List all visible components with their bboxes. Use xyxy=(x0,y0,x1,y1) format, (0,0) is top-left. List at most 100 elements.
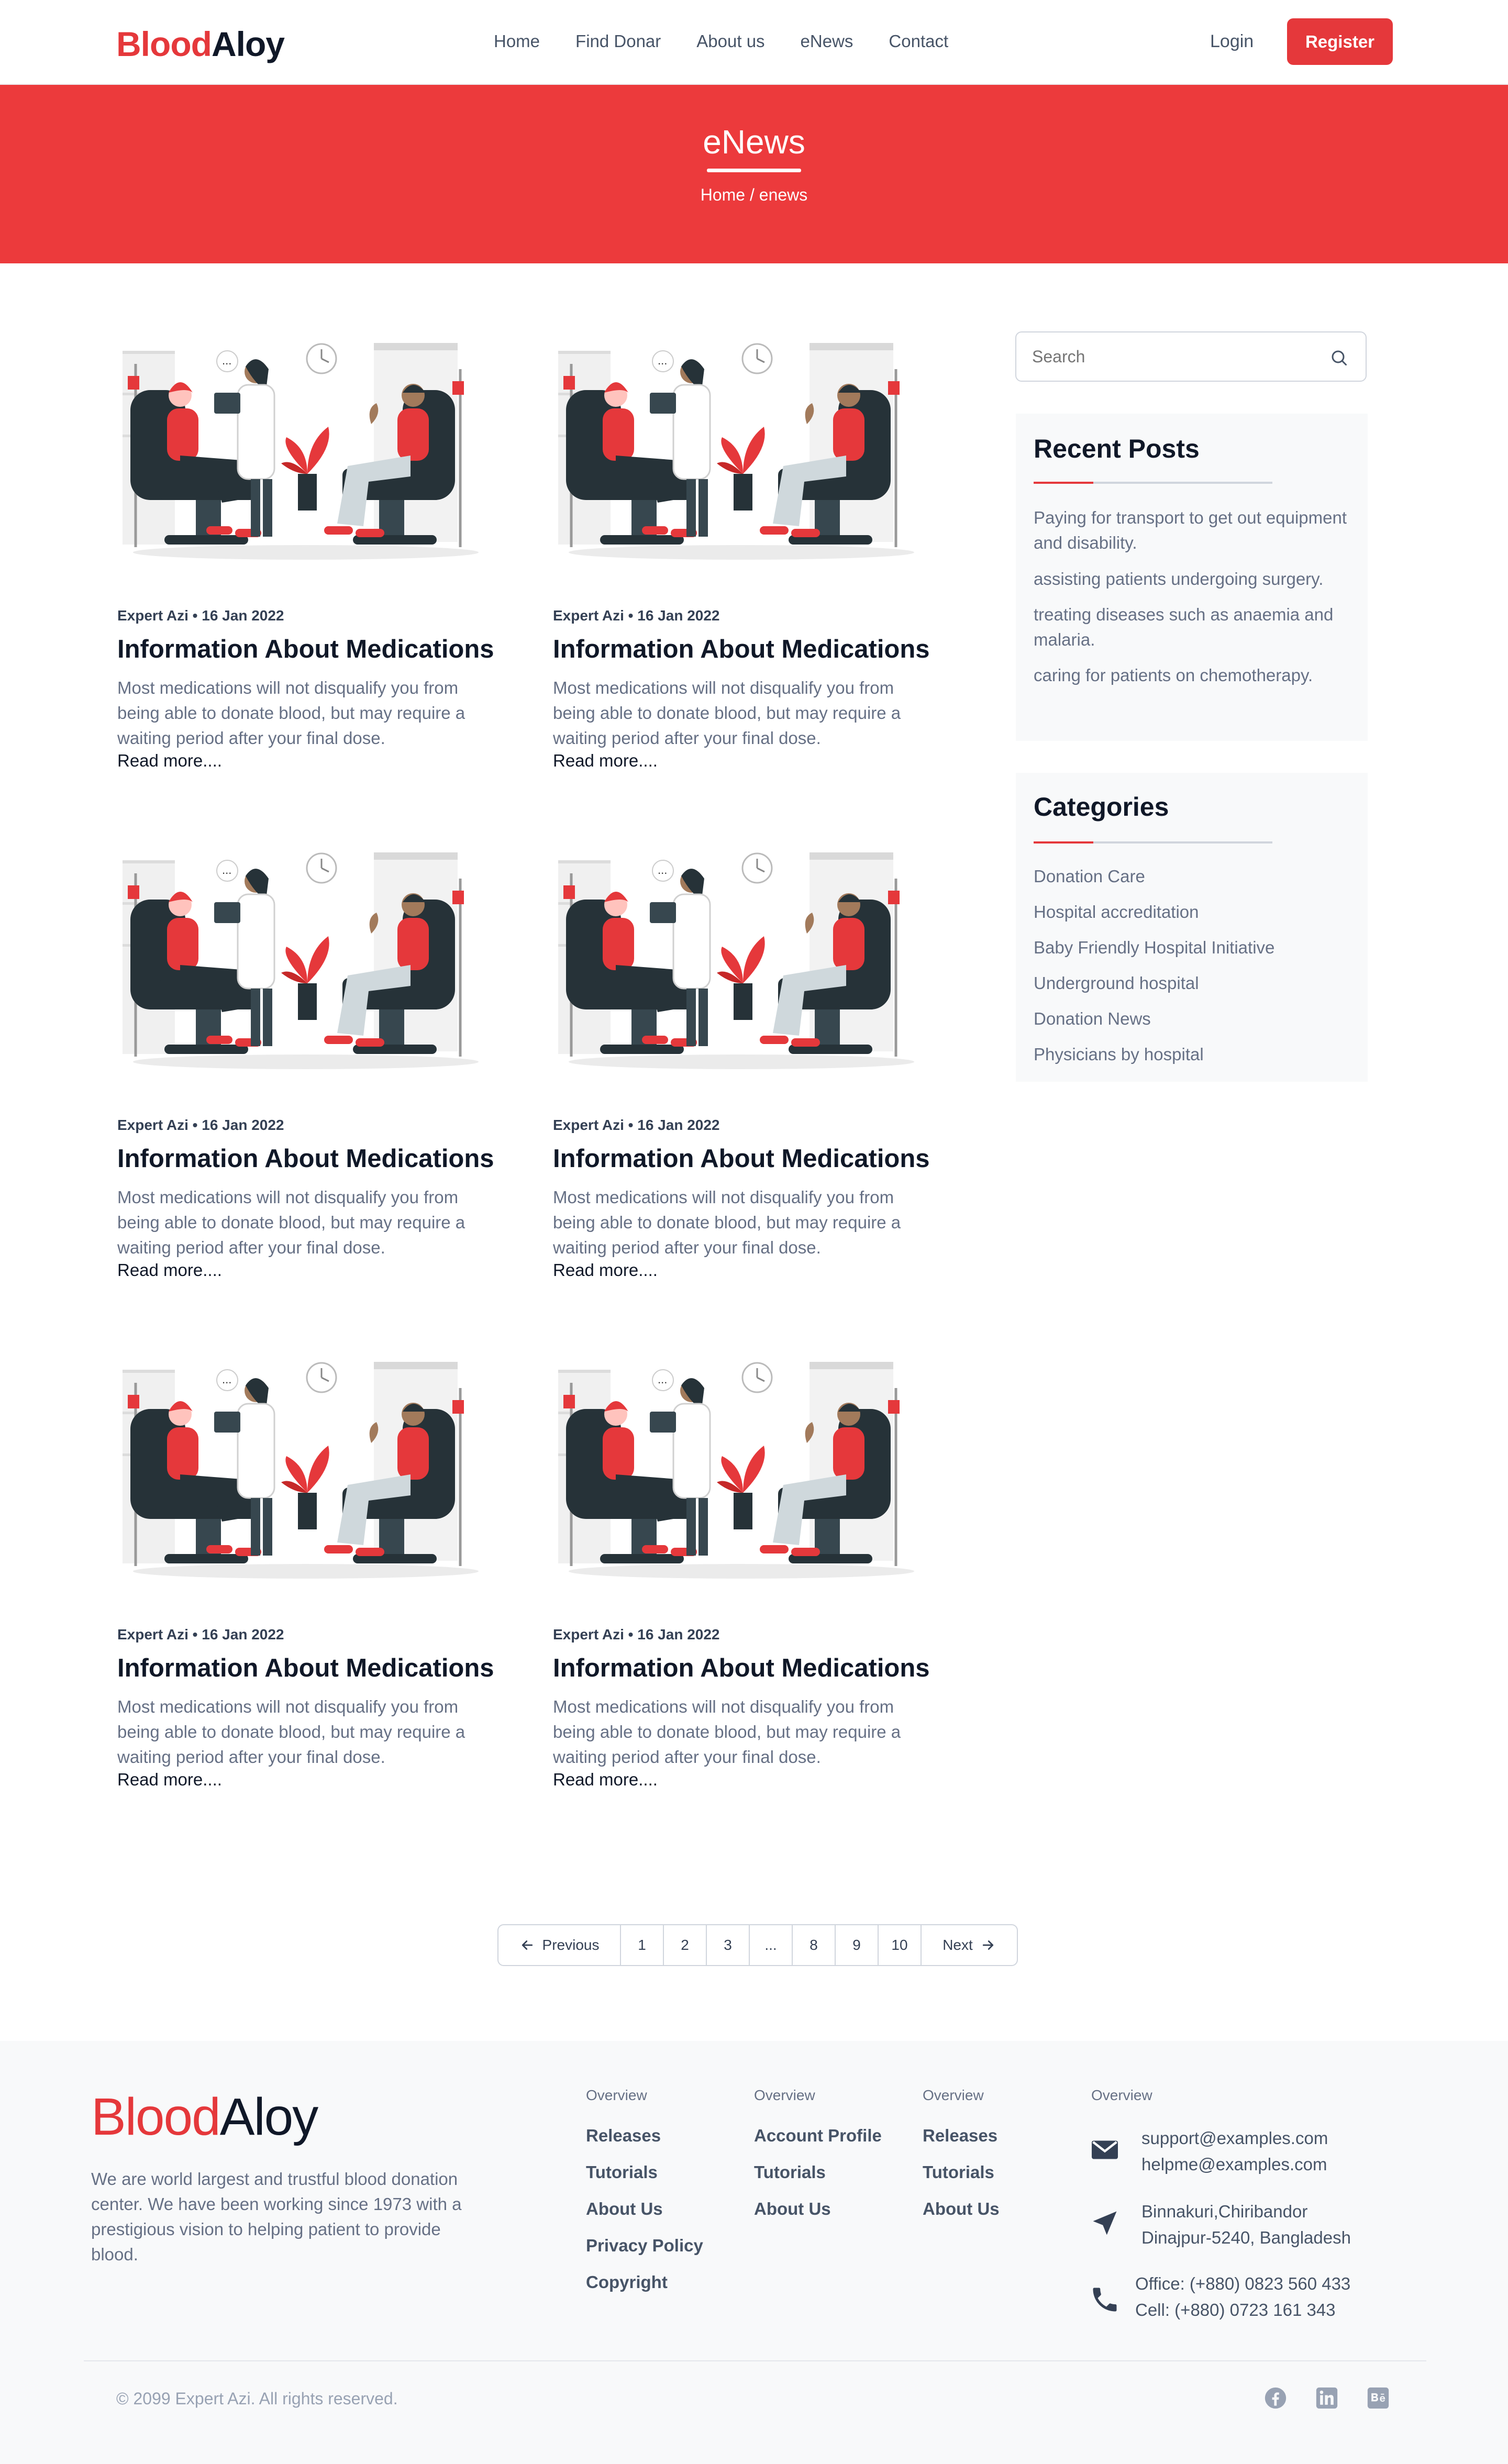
footer-link-tutorials[interactable]: Tutorials xyxy=(754,2162,882,2182)
page-button-1[interactable]: 1 xyxy=(621,1925,664,1965)
previous-label: Previous xyxy=(542,1937,600,1953)
post-title[interactable]: Information About Medications xyxy=(553,1144,930,1173)
categories-title: Categories xyxy=(1034,792,1169,822)
post-title[interactable]: Information About Medications xyxy=(117,1653,494,1683)
contact-address-line1: Binnakuri,Chiribandor xyxy=(1141,2202,1308,2221)
blood-donation-illustration[interactable] xyxy=(553,1359,930,1590)
read-more-link[interactable]: Read more.... xyxy=(553,1770,658,1790)
post-title[interactable]: Information About Medications xyxy=(117,635,494,664)
read-more-link[interactable]: Read more.... xyxy=(117,1770,222,1790)
title-underline xyxy=(707,169,801,172)
post-excerpt: Most medications will not disqualify you… xyxy=(553,1187,901,1257)
page-button-3[interactable]: 3 xyxy=(707,1925,750,1965)
read-more-link[interactable]: Read more.... xyxy=(117,1260,222,1280)
contact-phone-cell[interactable]: Cell: (+880) 0723 161 343 xyxy=(1135,2296,1336,2324)
footer-column-2: Overview Account Profile Tutorials About… xyxy=(754,2087,882,2236)
next-page-button[interactable]: Next xyxy=(922,1925,1017,1965)
page-button-10[interactable]: 10 xyxy=(879,1925,922,1965)
page-button-2[interactable]: 2 xyxy=(664,1925,707,1965)
copyright-text: © 2099 Expert Azi. All rights reserved. xyxy=(116,2389,398,2408)
blood-donation-illustration[interactable] xyxy=(117,340,494,571)
blood-donation-illustration[interactable] xyxy=(117,850,494,1080)
page-ellipsis: ... xyxy=(750,1925,793,1965)
nav-contact[interactable]: Contact xyxy=(889,31,948,51)
post-excerpt: Most medications will not disqualify you… xyxy=(117,1697,465,1767)
breadcrumb[interactable]: Home / enews xyxy=(0,185,1508,205)
recent-post-link[interactable]: caring for patients on chemotherapy. xyxy=(1034,663,1348,688)
page-button-8[interactable]: 8 xyxy=(793,1925,836,1965)
footer-link-releases[interactable]: Releases xyxy=(923,2126,1000,2146)
page-button-9[interactable]: 9 xyxy=(836,1925,879,1965)
category-link[interactable]: Baby Friendly Hospital Initiative xyxy=(1034,935,1348,960)
behance-icon[interactable] xyxy=(1367,2387,1390,2410)
nav-enews[interactable]: eNews xyxy=(801,31,853,51)
recent-post-link[interactable]: Paying for transport to get out equipmen… xyxy=(1034,505,1348,556)
footer-logo[interactable]: BloodAloy xyxy=(91,2087,319,2147)
login-link[interactable]: Login xyxy=(1210,31,1254,52)
logo-part-blood: Blood xyxy=(91,2088,221,2146)
mail-icon xyxy=(1092,2140,1118,2159)
footer-link-releases[interactable]: Releases xyxy=(586,2126,703,2146)
search-input[interactable] xyxy=(1032,347,1315,367)
logo-part-aloy: Aloy xyxy=(219,2088,319,2146)
site-header: BloodAloy Home Find Donar About us eNews… xyxy=(0,0,1508,85)
category-link[interactable]: Underground hospital xyxy=(1034,971,1348,996)
footer-column-heading: Overview xyxy=(923,2087,984,2103)
footer-link-about-us[interactable]: About Us xyxy=(754,2199,882,2219)
footer-description: We are world largest and trustful blood … xyxy=(91,2169,462,2264)
linkedin-icon[interactable] xyxy=(1315,2387,1338,2410)
footer-divider xyxy=(84,2360,1426,2361)
search-box xyxy=(1015,331,1367,382)
previous-page-button[interactable]: Previous xyxy=(498,1925,621,1965)
footer-link-about-us[interactable]: About Us xyxy=(586,2199,703,2219)
footer-column-1: Overview Releases Tutorials About Us Pri… xyxy=(586,2087,703,2309)
blood-donation-illustration[interactable] xyxy=(117,1359,494,1590)
title-divider-accent xyxy=(1034,482,1093,484)
footer-column-heading: Overview xyxy=(586,2087,647,2103)
phone-icon xyxy=(1093,2288,1117,2312)
recent-posts-widget: Recent Posts Paying for transport to get… xyxy=(1016,414,1368,741)
page-title: eNews xyxy=(703,123,805,161)
post-meta: Expert Azi • 16 Jan 2022 xyxy=(553,607,720,624)
footer-link-tutorials[interactable]: Tutorials xyxy=(923,2162,1000,2182)
footer-link-privacy-policy[interactable]: Privacy Policy xyxy=(586,2236,703,2256)
contact-address-line2: Dinajpur-5240, Bangladesh xyxy=(1141,2228,1351,2247)
main-nav: Home Find Donar About us eNews Contact xyxy=(494,31,984,51)
category-link[interactable]: Hospital accreditation xyxy=(1034,900,1348,925)
recent-post-link[interactable]: assisting patients undergoing surgery. xyxy=(1034,567,1348,592)
footer-contact-column: Overview xyxy=(1091,2087,1152,2126)
post-excerpt: Most medications will not disqualify you… xyxy=(553,678,901,748)
nav-home[interactable]: Home xyxy=(494,31,540,51)
category-link[interactable]: Physicians by hospital xyxy=(1034,1042,1348,1067)
post-excerpt: Most medications will not disqualify you… xyxy=(117,678,465,748)
search-icon[interactable] xyxy=(1329,348,1348,367)
footer-link-account-profile[interactable]: Account Profile xyxy=(754,2126,882,2146)
category-link[interactable]: Donation News xyxy=(1034,1006,1348,1031)
category-link[interactable]: Donation Care xyxy=(1034,864,1348,889)
footer-link-tutorials[interactable]: Tutorials xyxy=(586,2162,703,2182)
contact-email-support[interactable]: support@examples.com xyxy=(1141,2125,1328,2152)
footer-link-about-us[interactable]: About Us xyxy=(923,2199,1000,2219)
post-title[interactable]: Information About Medications xyxy=(117,1144,494,1173)
post-title[interactable]: Information About Medications xyxy=(553,635,930,664)
site-logo[interactable]: BloodAloy xyxy=(116,24,285,64)
facebook-icon[interactable] xyxy=(1264,2387,1287,2410)
nav-find-donar[interactable]: Find Donar xyxy=(575,31,661,51)
contact-email-help[interactable]: helpme@examples.com xyxy=(1141,2151,1327,2178)
post-meta: Expert Azi • 16 Jan 2022 xyxy=(117,607,284,624)
read-more-link[interactable]: Read more.... xyxy=(553,1260,658,1280)
nav-about-us[interactable]: About us xyxy=(696,31,764,51)
post-title[interactable]: Information About Medications xyxy=(553,1653,930,1683)
title-divider-accent xyxy=(1034,841,1093,843)
read-more-link[interactable]: Read more.... xyxy=(553,751,658,771)
blood-donation-illustration[interactable] xyxy=(553,340,930,571)
footer-link-copyright[interactable]: Copyright xyxy=(586,2272,703,2292)
read-more-link[interactable]: Read more.... xyxy=(117,751,222,771)
recent-posts-title: Recent Posts xyxy=(1034,434,1200,463)
post-meta: Expert Azi • 16 Jan 2022 xyxy=(553,1117,720,1133)
blood-donation-illustration[interactable] xyxy=(553,850,930,1080)
contact-phone-office[interactable]: Office: (+880) 0823 560 433 xyxy=(1135,2270,1350,2297)
site-footer: BloodAloy We are world largest and trust… xyxy=(0,2041,1508,2464)
register-button[interactable]: Register xyxy=(1287,18,1393,65)
recent-post-link[interactable]: treating diseases such as anaemia and ma… xyxy=(1034,602,1348,652)
